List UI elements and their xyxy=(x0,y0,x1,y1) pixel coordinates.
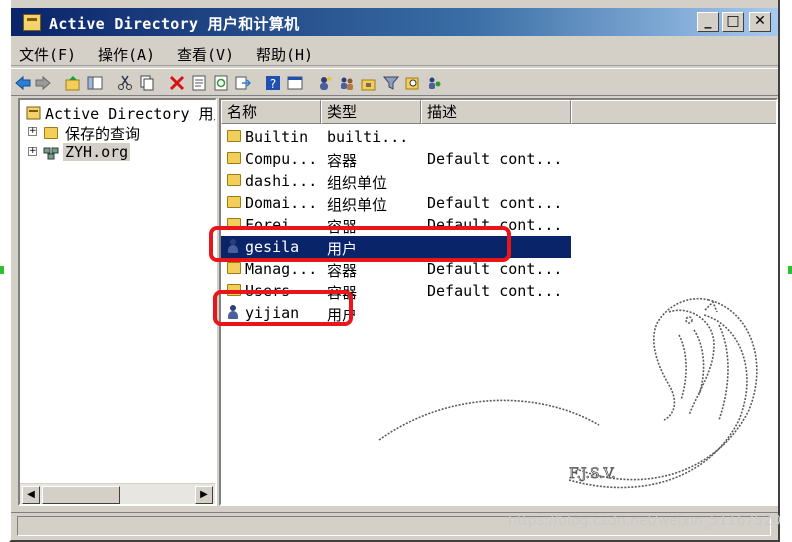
item-type: 容器 xyxy=(327,152,358,170)
watermark-text: https://blog.csdn.net/weixin_51167520 xyxy=(508,513,782,529)
scroll-thumb[interactable] xyxy=(42,486,120,504)
left-edge-marker xyxy=(0,266,4,274)
item-description: Default cont... xyxy=(427,150,563,168)
item-type: builti... xyxy=(327,128,409,146)
item-description: Default cont... xyxy=(427,260,563,278)
column-header-name[interactable]: 名称 xyxy=(221,100,321,124)
add-to-group-icon[interactable] xyxy=(427,75,443,91)
tree-item-label: ZYH.org xyxy=(63,143,131,161)
console-tree: Active Directory 用户和计算机 + 保存的查询 + ZYH.or… xyxy=(18,98,217,506)
title-bar[interactable]: Active Directory 用户和计算机 _ □ ✕ xyxy=(11,8,778,36)
scroll-right-icon[interactable]: ▶ xyxy=(195,486,213,504)
folder-icon xyxy=(227,130,241,142)
list-item[interactable]: Domai... 组织单位 Default cont... xyxy=(221,192,776,214)
delete-icon[interactable] xyxy=(169,75,185,91)
show-hide-tree-icon[interactable] xyxy=(87,75,103,91)
menu-bar: 文件(F) 操作(A) 查看(V) 帮助(H) xyxy=(11,40,778,66)
back-icon[interactable] xyxy=(15,75,31,91)
toolbar: ? xyxy=(11,68,778,96)
folder-icon xyxy=(227,152,241,164)
item-name: Manag... xyxy=(245,260,318,278)
close-button[interactable]: ✕ xyxy=(749,12,771,32)
tree-item-label: 保存的查询 xyxy=(65,125,141,143)
menu-help[interactable]: 帮助(H) xyxy=(256,44,313,65)
cut-icon[interactable] xyxy=(117,75,133,91)
app-icon xyxy=(23,14,41,31)
tree-horizontal-scrollbar[interactable]: ◀ ▶ xyxy=(20,483,215,504)
find-icon[interactable] xyxy=(405,75,421,91)
svg-text:?: ? xyxy=(270,77,276,91)
copy-icon[interactable] xyxy=(139,75,155,91)
mmc-window: Active Directory 用户和计算机 _ □ ✕ 文件(F) 操作(A… xyxy=(9,0,780,542)
item-description: Default cont... xyxy=(427,194,563,212)
forward-icon[interactable] xyxy=(35,75,51,91)
expand-icon[interactable]: + xyxy=(28,147,37,156)
right-edge-marker xyxy=(788,266,792,274)
menu-file[interactable]: 文件(F) xyxy=(19,44,76,65)
item-name: Domai... xyxy=(245,194,318,212)
annotation-box-yijian xyxy=(213,290,353,326)
item-type: 容器 xyxy=(327,262,358,280)
maximize-button[interactable]: □ xyxy=(722,12,744,32)
folder-icon xyxy=(227,262,241,274)
ad-console-icon xyxy=(26,106,41,120)
up-icon[interactable] xyxy=(65,75,81,91)
item-name: Builtin xyxy=(245,128,309,146)
column-header-type[interactable]: 类型 xyxy=(321,100,421,124)
horse-logo: F.J.S.V. xyxy=(378,298,758,489)
new-group-icon[interactable] xyxy=(339,75,355,91)
domain-icon xyxy=(43,147,59,160)
list-item[interactable]: Compu... 容器 Default cont... xyxy=(221,148,776,170)
minimize-button[interactable]: _ xyxy=(697,12,719,32)
scroll-left-icon[interactable]: ◀ xyxy=(22,486,40,504)
folder-icon xyxy=(227,196,241,208)
window-title: Active Directory 用户和计算机 xyxy=(49,15,300,33)
new-user-icon[interactable] xyxy=(317,75,333,91)
refresh-icon[interactable] xyxy=(213,75,229,91)
properties-icon[interactable] xyxy=(191,75,207,91)
folder-icon xyxy=(227,174,241,186)
menu-view[interactable]: 查看(V) xyxy=(177,44,234,65)
column-header-filler xyxy=(571,100,776,124)
item-type: 组织单位 xyxy=(327,174,388,192)
column-header-description[interactable]: 描述 xyxy=(421,100,571,124)
list-item[interactable]: Builtin builti... xyxy=(221,126,776,148)
folder-icon xyxy=(44,127,58,139)
annotation-box-gesila xyxy=(209,226,511,262)
expand-icon[interactable]: + xyxy=(28,127,37,136)
tree-root-label: Active Directory 用户和计算机 xyxy=(45,105,215,123)
item-type: 组织单位 xyxy=(327,196,388,214)
console-icon[interactable] xyxy=(287,75,303,91)
new-ou-icon[interactable] xyxy=(361,75,377,91)
item-name: Compu... xyxy=(245,150,318,168)
help-icon[interactable]: ? xyxy=(265,75,281,91)
menu-action[interactable]: 操作(A) xyxy=(98,44,155,65)
list-item[interactable]: dashi... 组织单位 xyxy=(221,170,776,192)
export-icon[interactable] xyxy=(235,75,251,91)
filter-icon[interactable] xyxy=(383,75,399,91)
logo-text: F.J.S.V. xyxy=(569,466,616,482)
item-name: dashi... xyxy=(245,172,318,190)
